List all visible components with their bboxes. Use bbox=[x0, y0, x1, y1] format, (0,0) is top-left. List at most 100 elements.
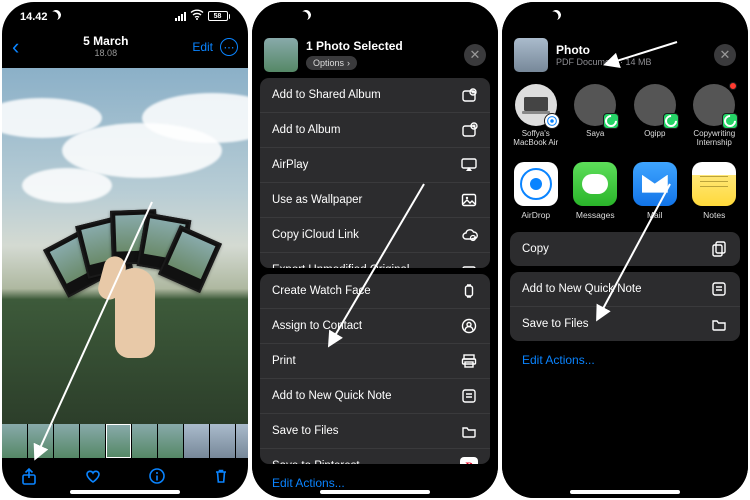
signal-icon bbox=[175, 12, 186, 21]
action-row[interactable]: Print bbox=[260, 344, 490, 379]
action-label: Save to Files bbox=[272, 425, 338, 437]
target-label: Saya bbox=[586, 130, 604, 139]
close-button[interactable]: ✕ bbox=[464, 44, 486, 66]
target-label: Ogipp bbox=[644, 130, 665, 139]
action-label: Use as Wallpaper bbox=[272, 194, 362, 206]
sheet-subtitle: PDF Document · 14 MB bbox=[556, 57, 706, 67]
action-row[interactable]: Copy iCloud Link bbox=[260, 218, 490, 253]
action-row[interactable]: Save to Files bbox=[260, 414, 490, 449]
share-sheet: Photo PDF Document · 14 MB ✕ Soffya's Ma… bbox=[502, 30, 748, 498]
action-row[interactable]: Assign to Contact bbox=[260, 309, 490, 344]
app-label: AirDrop bbox=[521, 210, 550, 220]
share-app[interactable]: Notes bbox=[689, 162, 739, 220]
action-row[interactable]: Save to Files bbox=[510, 307, 740, 341]
app-label: Notes bbox=[703, 210, 725, 220]
quicknote-icon bbox=[710, 280, 728, 298]
more-button[interactable]: ⋯ bbox=[220, 38, 238, 56]
action-row[interactable]: Use as Wallpaper bbox=[260, 183, 490, 218]
print-icon bbox=[460, 352, 478, 370]
favorite-button[interactable] bbox=[84, 467, 102, 490]
action-label: Copy bbox=[522, 243, 549, 255]
dnd-moon-icon bbox=[49, 8, 63, 22]
export-icon bbox=[460, 261, 478, 268]
sheet-thumbnail bbox=[264, 38, 298, 72]
wallpaper-icon bbox=[460, 191, 478, 209]
action-group-1: Copy bbox=[510, 232, 740, 266]
share-app[interactable]: Messages bbox=[570, 162, 620, 220]
action-label: Add to Shared Album bbox=[272, 89, 381, 101]
avatar bbox=[634, 84, 676, 126]
airdrop-app-icon bbox=[514, 162, 558, 206]
home-indicator[interactable] bbox=[70, 490, 180, 494]
target-label: Soffya's MacBook Air bbox=[511, 130, 561, 148]
share-app[interactable]: Mail bbox=[630, 162, 680, 220]
close-button[interactable]: ✕ bbox=[714, 44, 736, 66]
album-icon bbox=[460, 121, 478, 139]
photo-header: ‹ 5 March 18.08 Edit ⋯ bbox=[2, 30, 248, 64]
avatar bbox=[693, 84, 735, 126]
airplay-icon bbox=[460, 156, 478, 174]
mail-app-icon bbox=[633, 162, 677, 206]
photo-date: 5 March bbox=[83, 35, 128, 48]
action-group-2: Add to New Quick Note Save to Files bbox=[510, 272, 740, 341]
phone-photos-detail: 14.42 58 ‹ 5 March 18.08 Edit ⋯ bbox=[2, 2, 248, 498]
delete-button[interactable] bbox=[212, 467, 230, 490]
target-label: Copywriting Internship bbox=[689, 130, 739, 148]
action-label: Save to Files bbox=[522, 318, 588, 330]
info-button[interactable] bbox=[148, 467, 166, 490]
copy-icon bbox=[710, 240, 728, 258]
status-bar: 14.42 58 bbox=[2, 2, 248, 30]
contact-icon bbox=[460, 317, 478, 335]
action-label: Create Watch Face bbox=[272, 285, 371, 297]
action-row[interactable]: AirPlay bbox=[260, 148, 490, 183]
share-target[interactable]: Saya bbox=[570, 84, 620, 148]
avatar bbox=[515, 84, 557, 126]
shared-album-icon bbox=[460, 86, 478, 104]
share-target[interactable]: Copywriting Internship bbox=[689, 84, 739, 148]
action-label: Save to Pinterest bbox=[272, 460, 360, 464]
action-row[interactable]: Create Watch Face bbox=[260, 274, 490, 309]
action-row[interactable]: Add to Album bbox=[260, 113, 490, 148]
action-label: Add to New Quick Note bbox=[272, 390, 392, 402]
icloud-link-icon bbox=[460, 226, 478, 244]
action-label: Copy iCloud Link bbox=[272, 229, 359, 241]
whatsapp-badge-icon bbox=[603, 113, 619, 129]
action-row[interactable]: Export Unmodified Original bbox=[260, 253, 490, 268]
back-button[interactable]: ‹ bbox=[12, 34, 19, 60]
app-label: Messages bbox=[576, 210, 615, 220]
phone-share-actions: 14.42 58 1 Photo Selected Options› ✕ Add… bbox=[252, 2, 498, 498]
battery-icon: 58 bbox=[208, 11, 231, 21]
watch-icon bbox=[460, 282, 478, 300]
phone-share-pdf: 14.42 58 Photo PDF Document · 14 MB ✕ So… bbox=[502, 2, 748, 498]
edit-button[interactable]: Edit bbox=[192, 40, 213, 54]
sheet-title: Photo bbox=[556, 43, 706, 57]
whatsapp-badge-icon bbox=[722, 113, 738, 129]
action-row[interactable]: Copy bbox=[510, 232, 740, 266]
share-targets-row: Soffya's MacBook Air Saya Ogipp Copywriting… bbox=[502, 78, 748, 158]
share-app[interactable]: AirDrop bbox=[511, 162, 561, 220]
photo-time: 18.08 bbox=[83, 49, 128, 59]
app-label: Mail bbox=[647, 210, 663, 220]
share-button[interactable] bbox=[20, 467, 38, 490]
notification-dot bbox=[729, 82, 737, 90]
edit-actions-link[interactable]: Edit Actions... bbox=[260, 470, 490, 490]
action-row[interactable]: Add to Shared Album bbox=[260, 78, 490, 113]
photo-viewport[interactable] bbox=[2, 68, 248, 424]
action-row[interactable]: Add to New Quick Note bbox=[510, 272, 740, 307]
sheet-title: 1 Photo Selected bbox=[306, 39, 456, 53]
action-label: Assign to Contact bbox=[272, 320, 362, 332]
action-label: Export Unmodified Original bbox=[272, 264, 409, 268]
share-target[interactable]: Soffya's MacBook Air bbox=[511, 84, 561, 148]
messages-app-icon bbox=[573, 162, 617, 206]
home-indicator[interactable] bbox=[320, 490, 430, 494]
pinterest-icon: P bbox=[460, 457, 478, 464]
share-target[interactable]: Ogipp bbox=[630, 84, 680, 148]
action-row[interactable]: Save to Pinterest P bbox=[260, 449, 490, 464]
home-indicator[interactable] bbox=[570, 490, 680, 494]
thumbnail-strip[interactable] bbox=[2, 424, 248, 458]
options-button[interactable]: Options› bbox=[306, 56, 357, 70]
whatsapp-badge-icon bbox=[663, 113, 679, 129]
chevron-right-icon: › bbox=[347, 58, 350, 68]
action-row[interactable]: Add to New Quick Note bbox=[260, 379, 490, 414]
edit-actions-link[interactable]: Edit Actions... bbox=[510, 347, 740, 367]
